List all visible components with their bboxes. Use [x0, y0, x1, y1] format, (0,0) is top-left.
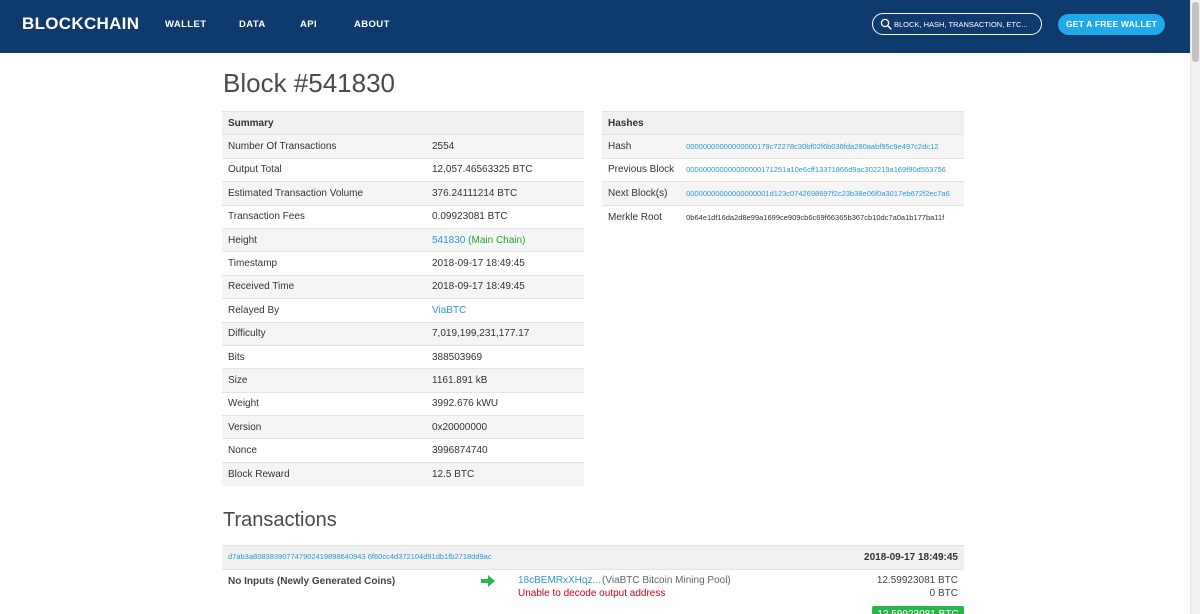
- row-label: Next Block(s): [602, 182, 680, 205]
- merkle-root-value: 0b64e1df16da2d8e99a1699ce909cb6c69f66365…: [680, 205, 964, 228]
- row-label: Previous Block: [602, 158, 680, 181]
- row-value: 00000000000000000001d123c0742698697f2c23…: [680, 182, 964, 205]
- hashes-table: Hashes Hash 00000000000000000179c72278c3…: [602, 111, 964, 228]
- table-row: Height 541830 (Main Chain): [222, 228, 584, 251]
- row-label: Difficulty: [222, 322, 426, 345]
- table-row: Block Reward 12.5 BTC: [222, 462, 584, 485]
- row-value: 000000000000000000171251a10e6cff13371866…: [680, 158, 964, 181]
- output-error-text: Unable to decode output address: [518, 588, 665, 599]
- row-label: Hash: [602, 135, 680, 158]
- table-row: Weight 3992.676 kWU: [222, 392, 584, 415]
- table-row: Hash 00000000000000000179c72278c30bf02f6…: [602, 135, 964, 158]
- row-label: Output Total: [222, 158, 426, 181]
- row-value: 2554: [426, 135, 584, 158]
- table-row: Received Time 2018-09-17 18:49:45: [222, 275, 584, 298]
- scrollbar-thumb[interactable]: [1192, 2, 1199, 62]
- output-pool-label: (ViaBTC Bitcoin Mining Pool): [602, 575, 731, 586]
- previous-block-link[interactable]: 000000000000000000171251a10e6cff13371866…: [686, 165, 946, 174]
- row-label: Relayed By: [222, 299, 426, 322]
- output-address-link[interactable]: 18cBEMRxXHqz...: [518, 575, 601, 586]
- row-label: Bits: [222, 345, 426, 368]
- row-value: 541830 (Main Chain): [426, 228, 584, 251]
- output-amount-1: 12.59923081 BTC: [877, 575, 958, 586]
- relayed-by-link[interactable]: ViaBTC: [432, 305, 466, 316]
- row-label: Number Of Transactions: [222, 135, 426, 158]
- top-navbar: BLOCKCHAIN WALLET DATA API ABOUT GET A F…: [0, 0, 1190, 53]
- transaction-body: No Inputs (Newly Generated Coins) 18cBEM…: [222, 569, 964, 614]
- row-value: 00000000000000000179c72278c30bf02f6b036f…: [680, 135, 964, 158]
- row-label: Timestamp: [222, 252, 426, 275]
- transaction-time: 2018-09-17 18:49:45: [864, 552, 958, 563]
- row-value: 12,057.46563325 BTC: [426, 158, 584, 181]
- table-row: Size 1161.891 kB: [222, 369, 584, 392]
- blockchain-logo[interactable]: BLOCKCHAIN: [22, 14, 139, 34]
- row-value: 3996874740: [426, 439, 584, 462]
- row-label: Size: [222, 369, 426, 392]
- page-scrollbar[interactable]: [1190, 0, 1200, 614]
- search-input[interactable]: [894, 16, 1034, 32]
- output-amount-2: 0 BTC: [930, 588, 958, 599]
- row-value: ViaBTC: [426, 299, 584, 322]
- summary-table: Summary Number Of Transactions 2554 Outp…: [222, 111, 584, 486]
- row-value: 7,019,199,231,177.17: [426, 322, 584, 345]
- row-value: 0.09923081 BTC: [426, 205, 584, 228]
- row-label: Height: [222, 228, 426, 251]
- table-row: Transaction Fees 0.09923081 BTC: [222, 205, 584, 228]
- row-label: Block Reward: [222, 462, 426, 485]
- search-box[interactable]: [872, 13, 1042, 35]
- page-title: Block #541830: [223, 68, 395, 99]
- right-arrow-icon: [481, 575, 495, 587]
- row-label: Received Time: [222, 275, 426, 298]
- table-row: Version 0x20000000: [222, 416, 584, 439]
- table-row: Estimated Transaction Volume 376.2411121…: [222, 182, 584, 205]
- row-value: 2018-09-17 18:49:45: [426, 252, 584, 275]
- row-label: Merkle Root: [602, 205, 680, 228]
- row-value: 0x20000000: [426, 416, 584, 439]
- table-row: Relayed By ViaBTC: [222, 299, 584, 322]
- row-value: 388503969: [426, 345, 584, 368]
- table-row: Merkle Root 0b64e1df16da2d8e99a1699ce909…: [602, 205, 964, 228]
- main-chain-label: (Main Chain): [468, 235, 525, 246]
- table-row: Previous Block 000000000000000000171251a…: [602, 158, 964, 181]
- next-block-link[interactable]: 00000000000000000001d123c0742698697f2c23…: [686, 189, 950, 198]
- row-label: Version: [222, 416, 426, 439]
- nav-link-about[interactable]: ABOUT: [354, 19, 390, 30]
- row-value: 1161.891 kB: [426, 369, 584, 392]
- search-icon: [880, 18, 892, 30]
- summary-header: Summary: [222, 112, 584, 135]
- table-row: Number Of Transactions 2554: [222, 135, 584, 158]
- get-free-wallet-button[interactable]: GET A FREE WALLET: [1058, 14, 1165, 35]
- row-label: Nonce: [222, 439, 426, 462]
- table-row: Timestamp 2018-09-17 18:49:45: [222, 252, 584, 275]
- row-value: 2018-09-17 18:49:45: [426, 275, 584, 298]
- height-link[interactable]: 541830: [432, 235, 465, 246]
- nav-link-api[interactable]: API: [300, 19, 317, 30]
- transaction-header: d7ab3a808383907747902419898640943 6f60cc…: [222, 545, 964, 569]
- row-label: Transaction Fees: [222, 205, 426, 228]
- table-row: Difficulty 7,019,199,231,177.17: [222, 322, 584, 345]
- row-value: 3992.676 kWU: [426, 392, 584, 415]
- row-value: 376.24111214 BTC: [426, 182, 584, 205]
- transaction-total-badge[interactable]: 12.59923081 BTC: [872, 606, 964, 614]
- table-row: Bits 388503969: [222, 345, 584, 368]
- row-label: Estimated Transaction Volume: [222, 182, 426, 205]
- transactions-title: Transactions: [223, 509, 337, 532]
- transaction-hash-link[interactable]: d7ab3a808383907747902419898640943 6f60cc…: [228, 552, 492, 561]
- row-label: Weight: [222, 392, 426, 415]
- hashes-header: Hashes: [602, 112, 964, 135]
- table-row: Output Total 12,057.46563325 BTC: [222, 158, 584, 181]
- row-value: 12.5 BTC: [426, 462, 584, 485]
- table-row: Next Block(s) 00000000000000000001d123c0…: [602, 182, 964, 205]
- transaction-inputs: No Inputs (Newly Generated Coins): [228, 576, 395, 587]
- block-hash-link[interactable]: 00000000000000000179c72278c30bf02f6b036f…: [686, 142, 938, 151]
- nav-link-wallet[interactable]: WALLET: [165, 19, 206, 30]
- table-row: Nonce 3996874740: [222, 439, 584, 462]
- nav-link-data[interactable]: DATA: [239, 19, 266, 30]
